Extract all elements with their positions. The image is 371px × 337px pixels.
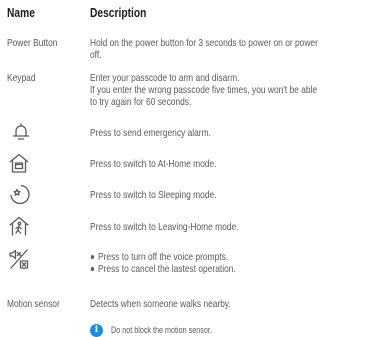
row-desc-motion-sensor: Detects when someone walks nearby. bbox=[90, 298, 231, 310]
row-name-keypad: Keypad bbox=[7, 72, 36, 84]
row-desc-power-button-line2: off. bbox=[90, 49, 102, 61]
row-desc-power-button-line1: Hold on the power button for 3 seconds t… bbox=[90, 37, 318, 49]
device-buttons-table: Name Description Power Button Hold on th… bbox=[0, 0, 371, 337]
row-desc-keypad-line1: Enter your passcode to arm and disarm. bbox=[90, 72, 240, 84]
leaving-home-icon bbox=[8, 215, 30, 237]
mute-bullet-1: Press to turn off the voice prompts. bbox=[90, 251, 236, 263]
row-name-power-button: Power Button bbox=[7, 37, 58, 49]
row-name-motion-sensor: Motion sensor bbox=[7, 298, 60, 310]
mute-cancel-icon bbox=[8, 248, 30, 270]
row-desc-home: Press to switch to At-Home mode. bbox=[90, 158, 217, 170]
row-desc-sleep: Press to switch to Sleeping mode. bbox=[90, 189, 217, 201]
info-icon: i bbox=[90, 324, 103, 337]
home-mode-icon bbox=[8, 152, 30, 174]
sleep-mode-icon bbox=[8, 183, 30, 205]
row-desc-keypad-line2: If you enter the wrong passcode five tim… bbox=[90, 84, 318, 96]
row-desc-leave: Press to switch to Leaving-Home mode. bbox=[90, 221, 239, 233]
column-header-description: Description bbox=[90, 6, 147, 20]
mute-bullet-2: Press to cancel the lastest operation. bbox=[90, 263, 236, 275]
row-desc-alarm: Press to send emergency alarm. bbox=[90, 127, 211, 139]
row-desc-keypad-line3: to try again for 60 seconds. bbox=[90, 96, 192, 108]
row-desc-mute-list: Press to turn off the voice prompts. Pre… bbox=[90, 251, 272, 275]
column-header-name: Name bbox=[7, 6, 35, 20]
note-text: Do not block the motion sensor. bbox=[111, 325, 212, 335]
bell-icon bbox=[10, 121, 32, 143]
